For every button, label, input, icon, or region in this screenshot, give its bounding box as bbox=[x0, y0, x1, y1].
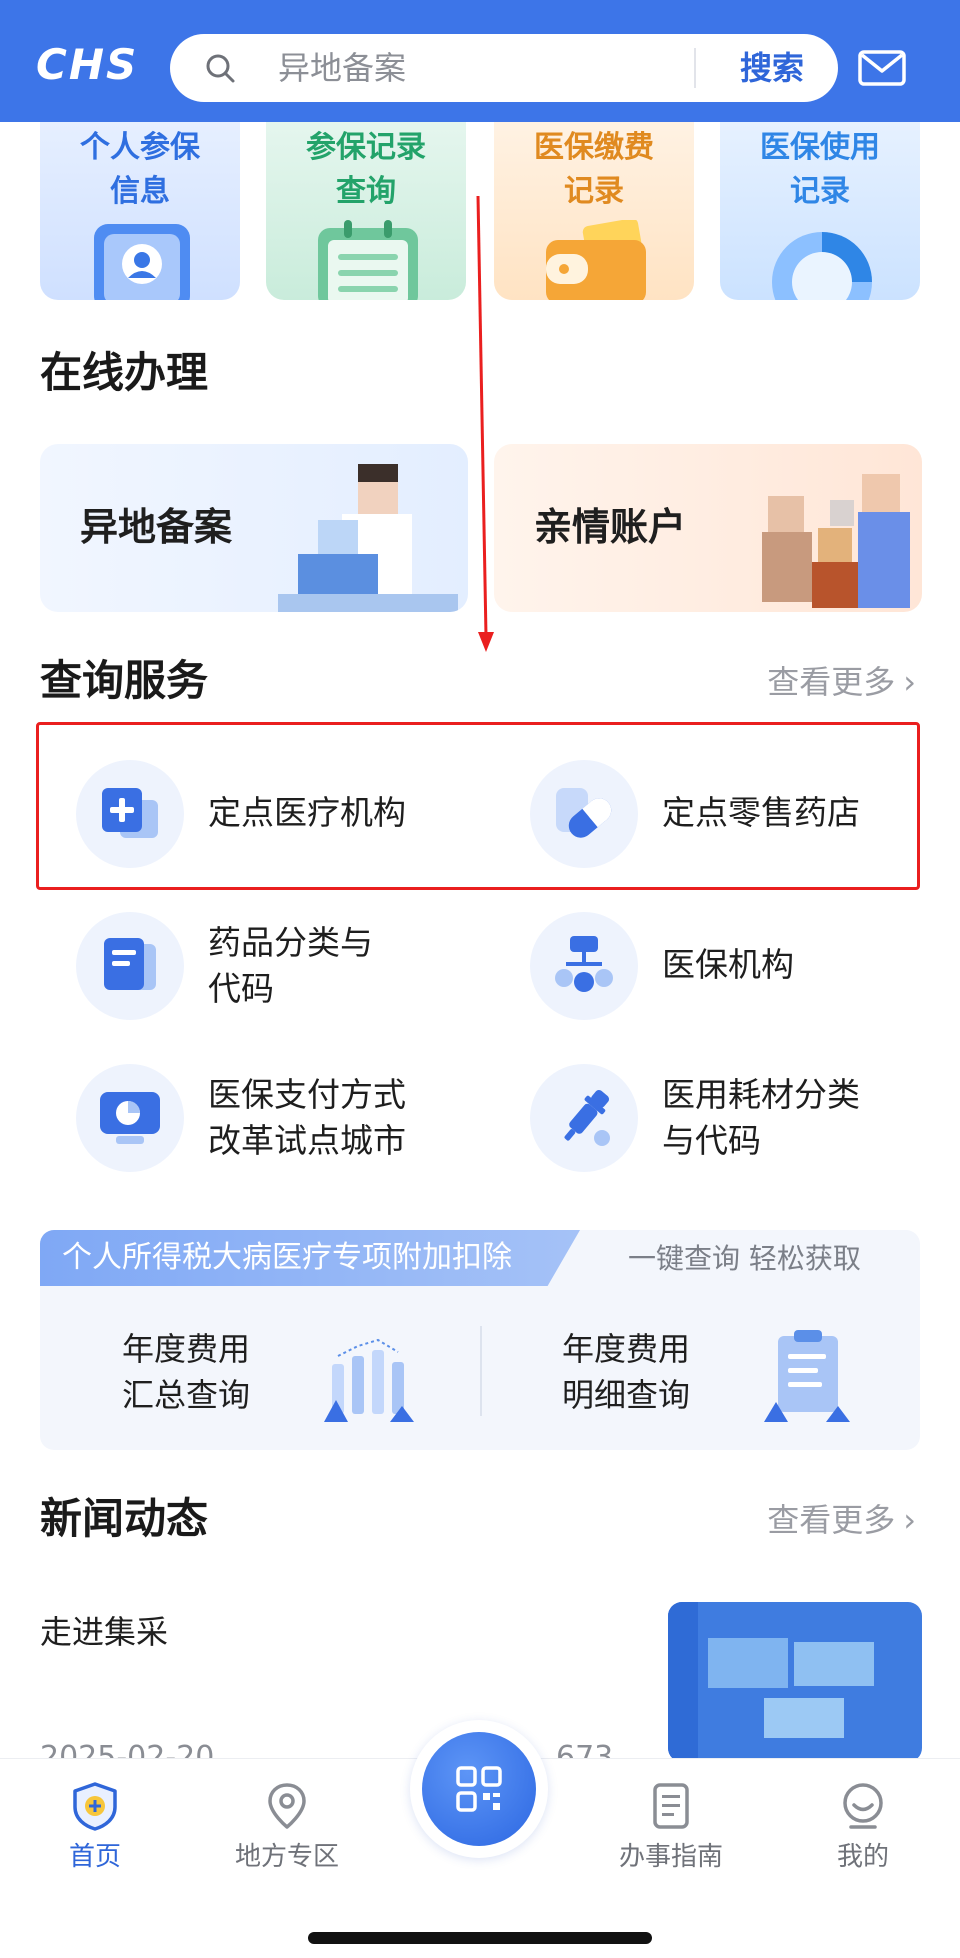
icon-circle bbox=[76, 1064, 184, 1172]
dropper-icon bbox=[564, 1089, 610, 1146]
tab-home[interactable]: 首页 bbox=[30, 1781, 160, 1891]
online-card-label: 亲情账户 bbox=[534, 505, 687, 549]
calendar-record-icon bbox=[318, 220, 418, 300]
pie-chart-icon bbox=[772, 232, 872, 300]
doctor-illustration bbox=[278, 444, 468, 612]
online-card-remote-filing[interactable]: 异地备案 bbox=[40, 444, 468, 612]
tab-label: 我的 bbox=[836, 1842, 889, 1872]
chs-logo: CHS bbox=[36, 40, 139, 89]
service-drug-classification[interactable]: 药品分类与 代码 bbox=[36, 912, 456, 1022]
tax-annual-summary[interactable]: 年度费用 汇总查询 bbox=[40, 1320, 460, 1430]
query-section-title: 查询服务 bbox=[40, 656, 209, 705]
qr-code-icon bbox=[456, 1766, 502, 1812]
guide-document-icon bbox=[653, 1783, 689, 1829]
search-input[interactable]: 异地备案 bbox=[278, 50, 406, 86]
news-see-more-link[interactable]: 查看更多 › bbox=[767, 1500, 916, 1540]
tax-item-line1: 年度费用 bbox=[562, 1330, 691, 1368]
quick-card-insurance-record[interactable]: 参保记录 查询 bbox=[266, 122, 466, 300]
news-headline[interactable]: 走进集采 bbox=[40, 1610, 168, 1654]
tax-annual-detail[interactable]: 年度费用 明细查询 bbox=[480, 1320, 900, 1430]
news-section-title: 新闻动态 bbox=[40, 1494, 209, 1543]
news-thumbnail[interactable] bbox=[668, 1602, 922, 1762]
online-card-family-account[interactable]: 亲情账户 bbox=[494, 444, 922, 612]
tab-label: 地方专区 bbox=[234, 1842, 339, 1872]
tab-mine[interactable]: 我的 bbox=[798, 1781, 928, 1891]
home-indicator bbox=[308, 1932, 652, 1944]
person-search-icon bbox=[94, 224, 190, 300]
service-payment-reform-cities[interactable]: 医保支付方式 改革试点城市 bbox=[36, 1064, 456, 1174]
chevron-right-icon: › bbox=[903, 1501, 916, 1539]
service-medical-consumables[interactable]: 医用耗材分类 与代码 bbox=[490, 1064, 910, 1174]
quick-card-line1: 医保缴费 bbox=[534, 130, 654, 165]
search-icon bbox=[206, 54, 235, 83]
quick-card-line1: 参保记录 bbox=[306, 130, 426, 165]
query-see-more-link[interactable]: 查看更多 › bbox=[767, 662, 916, 702]
search-bar[interactable]: 异地备案 搜索 bbox=[170, 34, 838, 102]
online-card-label: 异地备案 bbox=[80, 505, 233, 549]
tax-tag-text: 个人所得税大病医疗专项附加扣除 bbox=[62, 1240, 512, 1275]
location-pin-icon bbox=[268, 1783, 306, 1829]
tax-hint: 一键查询 轻松获取 bbox=[628, 1242, 861, 1275]
document-icon bbox=[104, 938, 156, 990]
icon-circle bbox=[76, 912, 184, 1020]
quick-card-line1: 医保使用 bbox=[760, 130, 880, 165]
quick-card-line2: 记录 bbox=[564, 174, 624, 209]
tab-label: 首页 bbox=[68, 1842, 121, 1872]
service-label-line1: 药品分类与 bbox=[208, 923, 373, 962]
tab-label: 办事指南 bbox=[618, 1842, 723, 1872]
tab-local-zone[interactable]: 地方专区 bbox=[222, 1781, 352, 1891]
profile-smile-icon bbox=[843, 1783, 883, 1829]
search-button[interactable]: 搜索 bbox=[706, 34, 838, 102]
monitor-chart-icon bbox=[100, 1092, 160, 1144]
mail-icon[interactable] bbox=[858, 50, 906, 86]
annotation-arrow bbox=[476, 196, 494, 652]
see-more-label: 查看更多 bbox=[767, 663, 896, 701]
org-chart-icon bbox=[555, 936, 613, 992]
tax-item-line1: 年度费用 bbox=[122, 1330, 251, 1368]
quick-card-line1: 个人参保 bbox=[80, 130, 200, 165]
quick-card-line2: 记录 bbox=[790, 174, 850, 209]
tab-service-guide[interactable]: 办事指南 bbox=[606, 1781, 736, 1891]
chevron-right-icon: › bbox=[903, 663, 916, 701]
quick-card-personal-insurance[interactable]: 个人参保 信息 bbox=[40, 122, 240, 300]
scan-qr-button[interactable] bbox=[410, 1720, 548, 1858]
scan-qr-circle bbox=[422, 1732, 536, 1846]
quick-card-line2: 查询 bbox=[336, 174, 396, 209]
tax-item-line2: 明细查询 bbox=[562, 1376, 691, 1414]
icon-circle bbox=[530, 1064, 638, 1172]
see-more-label: 查看更多 bbox=[767, 1501, 896, 1539]
tax-deduction-panel: 个人所得税大病医疗专项附加扣除 一键查询 轻松获取 年度费用 汇总查询 年度费用… bbox=[40, 1230, 920, 1450]
service-label-line2: 改革试点城市 bbox=[208, 1121, 406, 1160]
service-label-line2: 与代码 bbox=[662, 1121, 761, 1160]
quick-card-line2: 信息 bbox=[110, 174, 170, 209]
quick-card-payment-record[interactable]: 医保缴费 记录 bbox=[494, 122, 694, 300]
online-section-title: 在线办理 bbox=[40, 348, 209, 397]
icon-circle bbox=[530, 912, 638, 1020]
service-label-line1: 医用耗材分类 bbox=[662, 1075, 860, 1114]
shield-home-icon bbox=[73, 1782, 117, 1831]
service-label-line2: 代码 bbox=[208, 969, 274, 1008]
clipboard-detail-icon bbox=[764, 1330, 850, 1422]
annotation-highlight-box bbox=[36, 722, 920, 890]
tax-item-line2: 汇总查询 bbox=[122, 1376, 251, 1414]
quick-card-usage-record[interactable]: 医保使用 记录 bbox=[720, 122, 920, 300]
top-header: CHS 异地备案 搜索 bbox=[0, 0, 960, 122]
search-divider bbox=[694, 48, 696, 88]
family-illustration bbox=[732, 444, 922, 612]
wallet-icon bbox=[546, 220, 646, 300]
service-label-line1: 医保支付方式 bbox=[208, 1075, 406, 1114]
service-insurance-agency[interactable]: 医保机构 bbox=[490, 912, 910, 1022]
bar-summary-icon bbox=[324, 1338, 414, 1422]
service-label: 医保机构 bbox=[662, 945, 794, 984]
